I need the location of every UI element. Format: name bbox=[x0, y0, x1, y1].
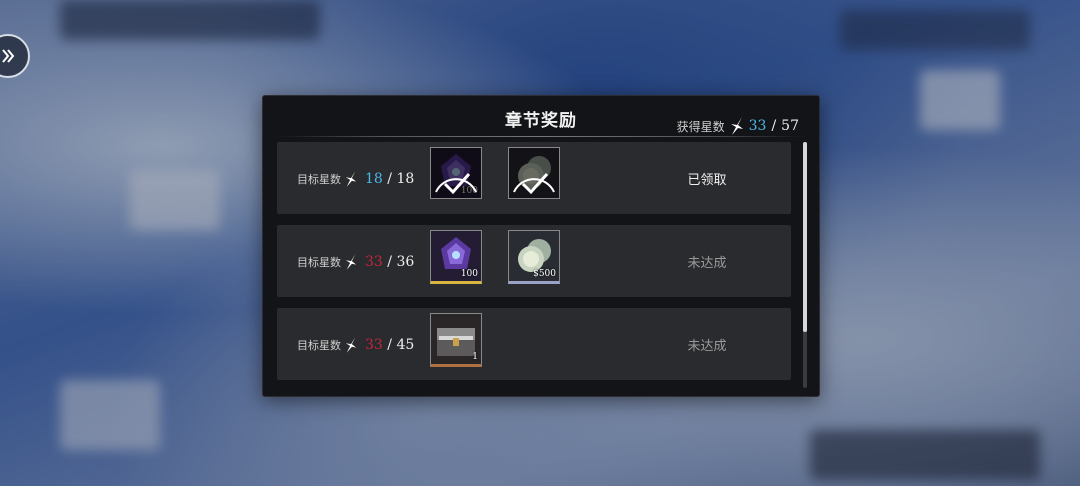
item-count: $500 bbox=[533, 269, 556, 279]
total-stars-label: 获得星数 bbox=[676, 119, 725, 134]
total-stars: 获得星数 33 / 57 bbox=[677, 116, 799, 136]
double-chevron-right-icon bbox=[2, 49, 15, 63]
scrollbar-thumb[interactable] bbox=[803, 142, 807, 332]
target-progress: 33 / 45 bbox=[365, 337, 414, 353]
reward-status: 未达成 bbox=[687, 339, 727, 354]
reward-row: 目标星数 33 / 45 1 未达成 bbox=[277, 308, 791, 380]
total-stars-sep: / bbox=[771, 118, 777, 134]
stars-sep: / bbox=[387, 254, 392, 270]
reward-item-crystal[interactable]: 100 bbox=[430, 230, 482, 284]
target-stars-label: 目标星数 bbox=[297, 339, 341, 352]
scrollbar[interactable] bbox=[803, 142, 807, 388]
claimed-overlay bbox=[431, 148, 481, 198]
total-stars-current: 33 bbox=[748, 118, 767, 134]
target-stars: 目标星数 33 / 45 bbox=[297, 336, 414, 354]
target-progress: 18 / 18 bbox=[365, 171, 414, 187]
reward-status: 未达成 bbox=[687, 256, 727, 271]
checkmark-icon bbox=[435, 173, 477, 195]
star-icon bbox=[345, 254, 357, 270]
star-icon bbox=[345, 171, 357, 187]
stars-need: 18 bbox=[396, 171, 415, 187]
stars-got: 33 bbox=[365, 254, 383, 270]
stars-got: 33 bbox=[365, 337, 383, 353]
reward-item-chest[interactable]: 1 bbox=[430, 313, 482, 367]
stars-need: 45 bbox=[396, 337, 415, 353]
star-icon bbox=[730, 117, 743, 135]
reward-row: 目标星数 33 / 36 100 $500 未达成 bbox=[277, 225, 791, 297]
star-icon bbox=[345, 337, 357, 353]
target-stars: 目标星数 18 / 18 bbox=[297, 170, 414, 188]
item-count: 100 bbox=[460, 269, 478, 279]
chapter-reward-panel: 章节奖励 获得星数 33 / 57 目标星数 18 / 18 已领取 目标星数 … bbox=[262, 95, 820, 397]
stars-got: 18 bbox=[365, 171, 383, 187]
target-stars: 目标星数 33 / 36 bbox=[297, 253, 414, 271]
reward-status: 已领取 bbox=[687, 173, 727, 188]
stars-sep: / bbox=[387, 337, 392, 353]
item-count: 1 bbox=[472, 352, 478, 362]
target-stars-label: 目标星数 bbox=[297, 173, 341, 186]
reward-item-coin[interactable]: $500 bbox=[508, 230, 560, 284]
stars-need: 36 bbox=[396, 254, 415, 270]
reward-row: 目标星数 18 / 18 100 bbox=[277, 142, 791, 214]
title-divider bbox=[277, 136, 805, 137]
target-progress: 33 / 36 bbox=[365, 254, 414, 270]
target-stars-label: 目标星数 bbox=[297, 256, 341, 269]
checkmark-icon bbox=[513, 173, 555, 195]
stars-sep: / bbox=[387, 171, 392, 187]
reward-item-crystal[interactable]: 100 bbox=[430, 147, 482, 199]
reward-item-coin[interactable] bbox=[508, 147, 560, 199]
reward-list[interactable]: 目标星数 18 / 18 100 bbox=[277, 142, 791, 386]
total-stars-max: 57 bbox=[781, 118, 799, 134]
claimed-overlay bbox=[509, 148, 559, 198]
